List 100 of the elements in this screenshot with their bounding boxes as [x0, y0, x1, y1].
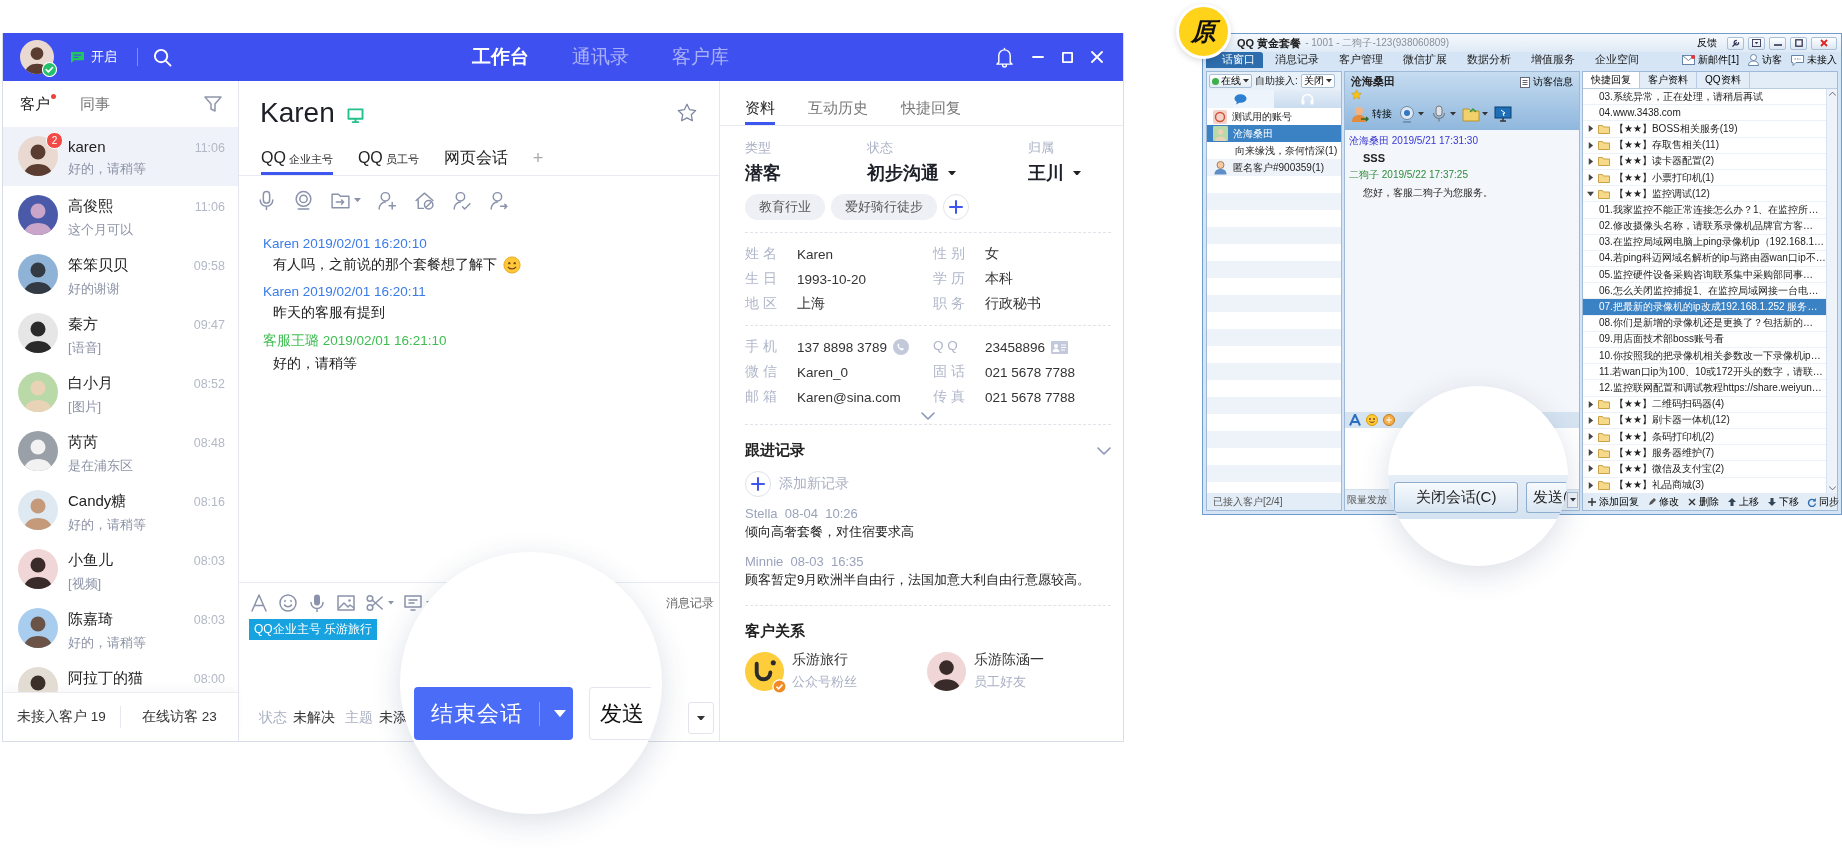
reply-row[interactable]: 04.www.3438.com: [1583, 105, 1826, 122]
action-button[interactable]: 下移: [1767, 494, 1799, 509]
webcam-icon[interactable]: [293, 189, 314, 211]
user-transfer-icon[interactable]: [488, 189, 509, 211]
collapse-icon[interactable]: [1097, 446, 1111, 455]
feedback-link[interactable]: 反馈: [1697, 36, 1717, 50]
send-options-button[interactable]: [1567, 492, 1578, 508]
reply-row[interactable]: 08.你们是新增的录像机还是更换了？包括新的…: [1583, 315, 1826, 332]
toolbar-link[interactable]: 未接入: [1791, 53, 1837, 67]
panel-tab[interactable]: 客户资料: [1640, 72, 1697, 88]
folder-row[interactable]: 【★★】微信及支付宝(2): [1583, 461, 1826, 478]
contact-item[interactable]: 陈嘉琦 好的，请稍等 08:03: [3, 599, 238, 658]
action-button[interactable]: 修改: [1647, 494, 1679, 509]
contact-row[interactable]: 测试用的账号: [1207, 108, 1341, 125]
font-icon[interactable]: [1349, 414, 1361, 426]
minimize-button[interactable]: [1769, 36, 1786, 50]
webcam-icon[interactable]: [1398, 105, 1416, 123]
contact-item[interactable]: Candy糖 好的，请稍等 08:16: [3, 481, 238, 540]
reply-row[interactable]: 03.在监控局域网电脑上ping录像机ip（192.168.1…: [1583, 234, 1826, 251]
folder-row[interactable]: 【★★】服务器维护(7): [1583, 445, 1826, 462]
smiley-icon[interactable]: [278, 593, 298, 613]
screenshot-icon[interactable]: [403, 593, 423, 613]
reply-row[interactable]: 12.监控联网配置和调试教程https://share.weiyun…: [1583, 380, 1826, 397]
microphone-icon[interactable]: [307, 593, 327, 613]
collapsed-icon[interactable]: [1587, 416, 1594, 424]
action-button[interactable]: 删除: [1687, 494, 1719, 509]
menu-button[interactable]: [1748, 36, 1765, 50]
toolbar-link[interactable]: 新邮件[1]: [1681, 53, 1739, 67]
collapsed-icon[interactable]: [1587, 125, 1594, 133]
filter-icon[interactable]: [204, 95, 222, 113]
menu-tab[interactable]: 微信扩展: [1393, 52, 1455, 68]
scrollbar[interactable]: [1826, 89, 1837, 493]
channel-tab[interactable]: QQ 员工号: [357, 144, 419, 175]
action-button[interactable]: 同步: [1807, 494, 1839, 509]
collapsed-icon[interactable]: [1587, 481, 1594, 489]
collapsed-icon[interactable]: [1587, 433, 1594, 441]
profile-tab[interactable]: 互动历史: [808, 95, 868, 125]
folder-row[interactable]: 【★★】监控调试(12): [1583, 186, 1826, 203]
contact-item[interactable]: 2 karen 好的，请稍等 11:06: [3, 127, 238, 186]
nav-tab[interactable]: 工作台: [472, 44, 529, 70]
side-tab[interactable]: [1207, 90, 1274, 108]
presence-dropdown[interactable]: 在线: [1209, 74, 1252, 88]
reply-row[interactable]: 10.你按照我的把录像机相关参数改一下录像机ip…: [1583, 348, 1826, 365]
menu-tab[interactable]: 消息记录: [1265, 52, 1327, 68]
contact-item[interactable]: 秦方 [语音] 09:47: [3, 304, 238, 363]
contact-item[interactable]: 高俊熙 这个月可以 11:06: [3, 186, 238, 245]
send-options-button[interactable]: [688, 702, 714, 734]
reply-row[interactable]: 02.修改摄像头名称，请联系录像机品牌官方客…: [1583, 218, 1826, 235]
reply-row[interactable]: 07.把最新的录像机的ip改成192.168.1.252 服务…: [1583, 299, 1826, 316]
contact-row[interactable]: 匿名客户#900359(1): [1207, 159, 1341, 176]
folder-icon[interactable]: [1462, 105, 1480, 123]
smiley-icon[interactable]: [1366, 414, 1378, 426]
contact-row[interactable]: 向来缘浅，奈何情深(1): [1207, 142, 1341, 159]
user-check-icon[interactable]: [451, 189, 472, 211]
maximize-icon[interactable]: [1062, 51, 1073, 63]
channel-tab[interactable]: QQ 企业主号: [261, 144, 333, 175]
close-session-button[interactable]: 关闭会话(C): [1394, 481, 1518, 513]
menu-tab[interactable]: 增值服务: [1521, 52, 1583, 68]
status-dropdown[interactable]: 王川: [1028, 161, 1081, 185]
contact-item[interactable]: 笨笨贝贝 好的谢谢 09:58: [3, 245, 238, 304]
folder-row[interactable]: 【★★】条码打印机(2): [1583, 428, 1826, 446]
expanded-icon[interactable]: [1587, 190, 1594, 198]
expand-icon[interactable]: [921, 412, 935, 420]
list-tab[interactable]: 同事: [80, 94, 110, 114]
visitor-info-button[interactable]: 访客信息: [1520, 75, 1573, 89]
image-icon[interactable]: [336, 593, 356, 613]
folder-row[interactable]: 【★★】二维码扫码器(4): [1583, 396, 1826, 413]
close-icon[interactable]: [1091, 51, 1103, 63]
list-tab[interactable]: 客户: [20, 94, 50, 114]
collapsed-icon[interactable]: [1587, 465, 1594, 473]
microphone-icon[interactable]: [1430, 105, 1448, 123]
panel-tab[interactable]: QQ资料: [1697, 72, 1750, 88]
font-icon[interactable]: [249, 593, 269, 613]
collapsed-icon[interactable]: [1587, 174, 1594, 182]
profile-tab[interactable]: 快捷回复: [901, 95, 961, 125]
add-user-icon[interactable]: [377, 189, 398, 211]
close-button[interactable]: [1811, 36, 1837, 50]
channel-tab[interactable]: 网页会话: [443, 144, 508, 175]
sticker-icon[interactable]: [1383, 414, 1395, 426]
bell-icon[interactable]: [995, 46, 1014, 68]
send-button[interactable]: 发送: [589, 687, 651, 740]
folder-row[interactable]: 【★★】BOSS相关服务(19): [1583, 121, 1826, 138]
contact-row[interactable]: 沧海桑田: [1207, 125, 1341, 142]
search-icon[interactable]: [153, 47, 172, 67]
reply-row[interactable]: 11.若wan口ip为100、10或172开头的数字，请联…: [1583, 364, 1826, 381]
folder-row[interactable]: 【★★】小票打印机(1): [1583, 169, 1826, 187]
menu-tab[interactable]: 客户管理: [1329, 52, 1391, 68]
contact-item[interactable]: 小鱼儿 [视频] 08:03: [3, 540, 238, 599]
folder-row[interactable]: 【★★】读卡器配置(2): [1583, 153, 1826, 170]
reply-row[interactable]: 05.监控硬件设备采购咨询联系集中采购部同事…: [1583, 267, 1826, 284]
maximize-button[interactable]: [1790, 36, 1807, 50]
folder-row[interactable]: 【★★】刷卡器一体机(12): [1583, 412, 1826, 429]
folder-row[interactable]: 【★★】存取售相关(11): [1583, 137, 1826, 154]
history-link[interactable]: 消息记录: [666, 594, 714, 612]
profile-tab[interactable]: 资料: [745, 95, 775, 125]
reply-row[interactable]: 04.若ping科迈网域名解析的ip与路由器wan口ip不…: [1583, 250, 1826, 268]
contact-item[interactable]: 阿拉丁的猫 08:00: [3, 658, 238, 692]
collapsed-icon[interactable]: [1587, 449, 1594, 457]
monitor-icon[interactable]: [1494, 105, 1512, 123]
contact-item[interactable]: 白小月 [图片] 08:52: [3, 363, 238, 422]
